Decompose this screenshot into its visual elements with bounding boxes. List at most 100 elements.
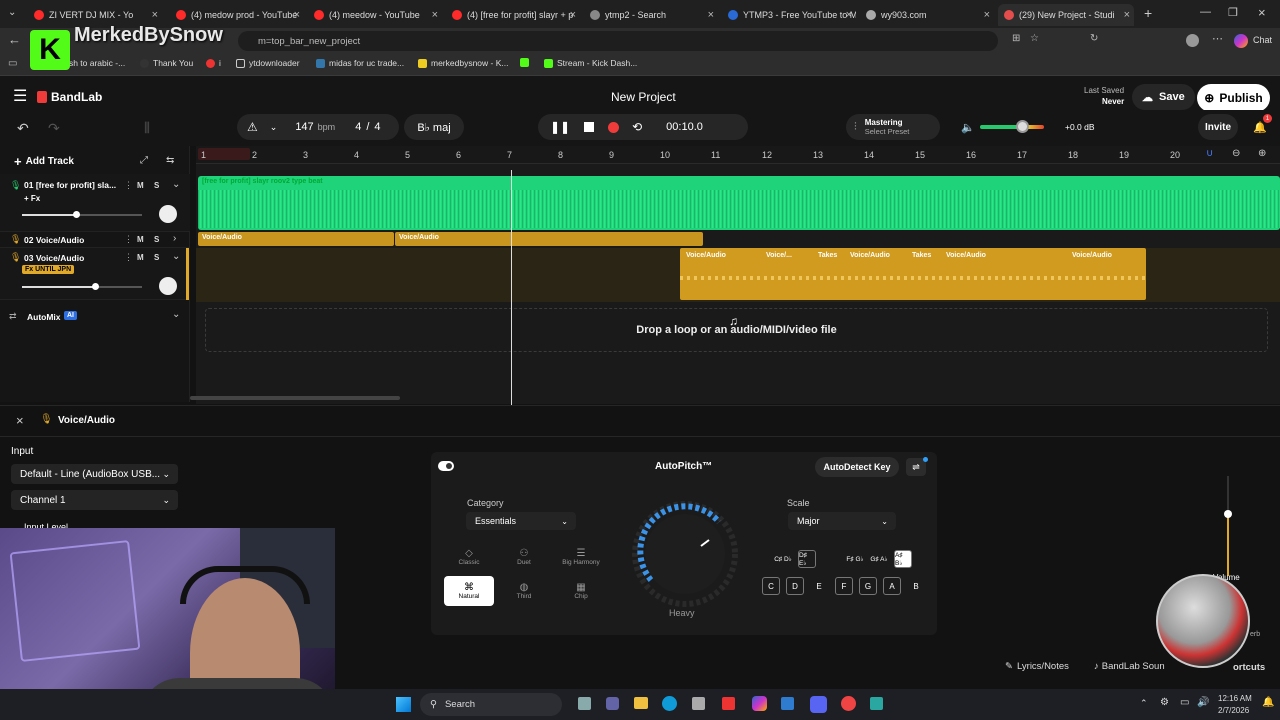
horizontal-scrollbar[interactable] [190, 396, 400, 400]
tab-list-icon[interactable]: ⌄ [8, 7, 16, 18]
notepad-icon[interactable] [870, 697, 883, 710]
scale-dropdown[interactable]: Major ⌄ [788, 512, 896, 530]
takes-label[interactable]: Takes [908, 250, 935, 261]
undo-icon[interactable]: ↶ [17, 120, 29, 137]
bookmark[interactable]: midas for uc trade... [316, 58, 404, 68]
key-a[interactable]: A [883, 577, 901, 595]
favorite-star-icon[interactable]: ☆ [1030, 33, 1039, 44]
key-asharp-selected[interactable]: A♯ B♭ [894, 550, 912, 568]
store-icon[interactable] [692, 697, 705, 710]
solo-button[interactable]: S [154, 181, 159, 190]
record-icon[interactable] [608, 121, 620, 133]
app-icon[interactable] [722, 697, 735, 710]
time-signature-bottom[interactable]: 4 [374, 121, 380, 133]
windows-start-icon[interactable] [396, 697, 411, 712]
chevron-down-icon[interactable]: ⌄ [270, 122, 278, 133]
tempo-control[interactable]: ⚠ ⌄ 147 bpm 4 / 4 [237, 114, 399, 140]
close-tab-icon[interactable]: × [984, 9, 990, 21]
chevron-right-icon[interactable]: › [173, 233, 176, 244]
track-settings-icon[interactable]: ⇆ [166, 155, 174, 166]
profile-avatar[interactable] [1186, 34, 1199, 47]
teams-icon[interactable] [606, 697, 619, 710]
solo-button[interactable]: S [154, 253, 159, 262]
key-csharp[interactable]: C♯ D♭ [774, 550, 792, 568]
key-b[interactable]: B [907, 577, 925, 595]
refresh-icon[interactable]: ↻ [1090, 33, 1098, 44]
sidebar-toggle-icon[interactable]: ▭ [8, 58, 17, 69]
publish-button[interactable]: ⊕ Publish [1197, 84, 1270, 112]
time-signature-top[interactable]: 4 [355, 121, 361, 133]
chat-label[interactable]: Chat [1253, 35, 1272, 45]
track-name[interactable]: 03 Voice/Audio [24, 253, 84, 263]
close-panel-icon[interactable]: × [16, 413, 24, 428]
fx-chain-badge[interactable]: Fx UNTIL JPN [22, 265, 75, 274]
mute-button[interactable]: M [137, 253, 144, 262]
speaker-mute-icon[interactable]: 🔈 [961, 121, 975, 134]
browser-tab[interactable]: (4) [free for profit] slayr + p × [446, 4, 580, 26]
chevron-down-icon[interactable]: ⌄ [172, 309, 180, 320]
browser-tab[interactable]: ZI VERT DJ MIX - Yo × [28, 4, 162, 26]
bookmark[interactable] [520, 58, 533, 67]
fx-button[interactable]: + Fx [24, 194, 40, 203]
channel-dropdown[interactable]: Channel 1 ⌄ [11, 490, 178, 510]
solo-button[interactable]: S [154, 235, 159, 244]
effect-toggle[interactable] [438, 461, 454, 471]
track-options-icon[interactable]: ⋮ [124, 180, 133, 191]
notifications-icon[interactable]: 🔔 [1262, 697, 1274, 708]
automation-icon[interactable]: ⤢ [140, 155, 148, 166]
menu-icon[interactable]: ☰ [13, 86, 27, 106]
timeline-ruler[interactable]: 1 2 3 4 5 6 7 8 9 10 11 12 13 14 15 16 1… [196, 146, 1280, 164]
preset-natural-selected[interactable]: ⌘ Natural [444, 576, 494, 606]
volume-icon[interactable]: 🔊 [1197, 697, 1209, 708]
pause-icon[interactable]: ❚❚ [550, 120, 570, 134]
autodetect-key-button[interactable]: AutoDetect Key [815, 457, 899, 477]
close-tab-icon[interactable]: × [432, 9, 438, 21]
redo-icon[interactable]: ↷ [48, 120, 60, 137]
close-window-icon[interactable]: × [1258, 5, 1266, 20]
back-icon[interactable]: ← [8, 32, 21, 47]
track-row-selected[interactable]: 🎙 03 Voice/Audio ⋮ M S ⌄ Fx UNTIL JPN [0, 248, 190, 300]
chevron-down-icon[interactable]: ⌄ [172, 251, 180, 262]
browser-tab[interactable]: ytmp2 - Search × [584, 4, 718, 26]
brand-name[interactable]: BandLab [51, 90, 102, 104]
close-tab-icon[interactable]: × [152, 9, 158, 21]
close-tab-icon[interactable]: × [1124, 9, 1130, 21]
edge-icon[interactable] [662, 696, 677, 711]
close-tab-icon[interactable]: × [708, 9, 714, 21]
browser-tab[interactable]: (4) meedow - YouTube × [308, 4, 442, 26]
zoom-in-icon[interactable]: ⊕ [1258, 148, 1266, 159]
key-c[interactable]: C [762, 577, 780, 595]
playhead[interactable] [511, 170, 512, 405]
network-icon[interactable]: ▭ [1180, 697, 1189, 708]
track-volume-thumb[interactable] [92, 283, 99, 290]
bandlab-sounds-button[interactable]: ♪ BandLab Soun [1094, 661, 1165, 672]
copilot-icon[interactable] [752, 696, 767, 711]
key-dsharp[interactable]: D♯ E♭ [798, 550, 816, 568]
volume-slider-thumb[interactable] [1016, 120, 1029, 133]
takes-label[interactable]: Takes [814, 250, 841, 261]
chevron-down-icon[interactable]: ⌄ [172, 179, 180, 190]
category-dropdown[interactable]: Essentials ⌄ [466, 512, 576, 530]
task-view-icon[interactable] [578, 697, 591, 710]
audio-clip[interactable]: Voice/Audio [198, 232, 394, 246]
master-volume-slider[interactable] [980, 125, 1044, 129]
mixer-icon[interactable]: ⫼ [144, 120, 150, 136]
close-tab-icon[interactable]: × [570, 9, 576, 21]
preset-chip[interactable]: ▦ Chip [554, 576, 608, 606]
address-bar[interactable]: m=top_bar_new_project [238, 31, 998, 51]
zoom-out-icon[interactable]: ⊖ [1232, 148, 1240, 159]
audio-clip[interactable]: Voice/Audio [395, 232, 703, 246]
automix-row[interactable]: ⇄ AutoMix AI ⌄ [0, 308, 190, 326]
mastering-button[interactable]: ⫶ Mastering Select Preset [846, 114, 940, 140]
file-explorer-icon[interactable] [634, 697, 648, 709]
track-volume-thumb[interactable] [73, 211, 80, 218]
mute-button[interactable]: M [137, 181, 144, 190]
key-e[interactable]: E [810, 577, 828, 595]
browser-tab[interactable]: wy903.com × [860, 4, 994, 26]
chrome-icon[interactable] [841, 696, 856, 711]
tray-app-icon[interactable]: ⚙ [1160, 697, 1169, 708]
key-gsharp[interactable]: G♯ A♭ [870, 550, 888, 568]
audio-clip-beat[interactable]: [free for profit] slayr roov2 type beat [198, 176, 1280, 230]
preset-big-harmony[interactable]: ☰ Big Harmony [554, 542, 608, 572]
track-options-icon[interactable]: ⋮ [124, 234, 133, 245]
